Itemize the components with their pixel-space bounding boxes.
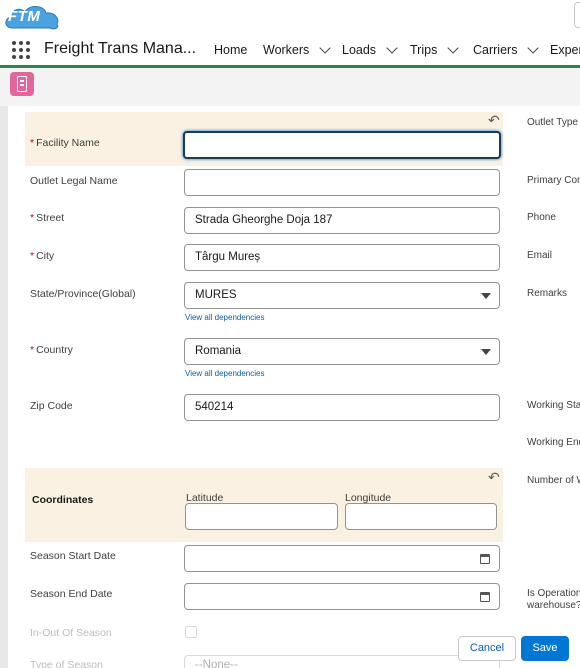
calendar-icon[interactable] [480,592,490,602]
street-label: * Street [30,212,65,224]
logo-bar: FTM [0,0,580,32]
save-button[interactable]: Save [521,636,569,661]
in-out-season-checkbox[interactable] [185,626,197,638]
country-label: * Country [30,344,73,356]
zip-input[interactable]: 540214 [184,394,500,421]
working-start-label: Working Sta [527,400,580,411]
coordinates-label: Coordinates [32,494,94,506]
state-dependencies-link[interactable]: View all dependencies [185,313,264,322]
chevron-down-icon[interactable] [527,42,540,54]
chevron-down-icon[interactable] [447,42,459,54]
city-input[interactable]: Târgu Mureș [184,244,500,271]
season-start-input[interactable] [184,545,500,572]
remarks-label: Remarks [527,288,568,299]
edge-button[interactable] [574,2,580,28]
record-header [0,68,580,106]
zip-label: Zip Code [30,400,73,412]
longitude-input[interactable] [345,503,497,530]
outlet-legal-name-input[interactable] [184,169,500,196]
nav-item-trips[interactable]: Trips [410,42,459,57]
phone-label: Phone [527,212,556,223]
season-end-input[interactable] [184,583,500,610]
facility-name-input[interactable] [183,131,501,159]
calendar-icon[interactable] [480,554,490,564]
state-select[interactable]: MURES [184,282,500,309]
facility-name-label: * Facility Name [30,137,100,149]
nav-item-workers[interactable]: Workers [263,42,331,57]
type-of-season-label: Type of Season [30,659,103,668]
nav-item-carriers[interactable]: Carriers [473,42,540,57]
number-of-label: Number of W [527,475,580,486]
nav-item-home[interactable]: Home [214,43,247,57]
is-operation-label: Is Operation [527,588,580,599]
season-end-label: Season End Date [30,588,113,600]
country-dependencies-link[interactable]: View all dependencies [185,369,264,378]
chevron-down-icon[interactable] [319,42,331,54]
in-out-season-label: In-Out Of Season [30,627,112,639]
outlet-legal-name-label: Outlet Legal Name [30,175,118,187]
nav-item-expenses[interactable]: Expens [550,43,580,57]
chevron-down-icon[interactable] [386,42,398,54]
primary-contact-label: Primary Con [527,175,580,186]
chevron-down-icon[interactable] [481,293,491,299]
logo-text: FTM [8,8,41,25]
country-select[interactable]: Romania [184,338,500,365]
working-end-label: Working End [527,437,580,448]
city-label: * City [30,250,55,262]
chevron-down-icon[interactable] [481,349,491,355]
app-name: Freight Trans Mana... [44,40,197,57]
type-of-season-select[interactable]: --None-- [184,655,500,668]
street-input[interactable]: Strada Gheorghe Doja 187 [184,207,500,234]
cancel-button[interactable]: Cancel [458,636,516,661]
state-label: State/Province(Global) [30,288,136,300]
latitude-input[interactable] [185,503,338,530]
global-nav: Freight Trans Mana... Home Workers Loads… [0,32,580,68]
warehouse-label: warehouse? [527,600,580,611]
nav-item-loads[interactable]: Loads [342,42,398,57]
undo-icon[interactable]: ↶ [488,469,500,486]
building-icon [10,72,34,96]
undo-icon[interactable]: ↶ [488,112,500,129]
outlet-type-label: Outlet Type [527,117,578,128]
email-label: Email [527,250,553,261]
season-start-label: Season Start Date [30,550,116,562]
app-launcher-icon[interactable] [12,41,30,59]
